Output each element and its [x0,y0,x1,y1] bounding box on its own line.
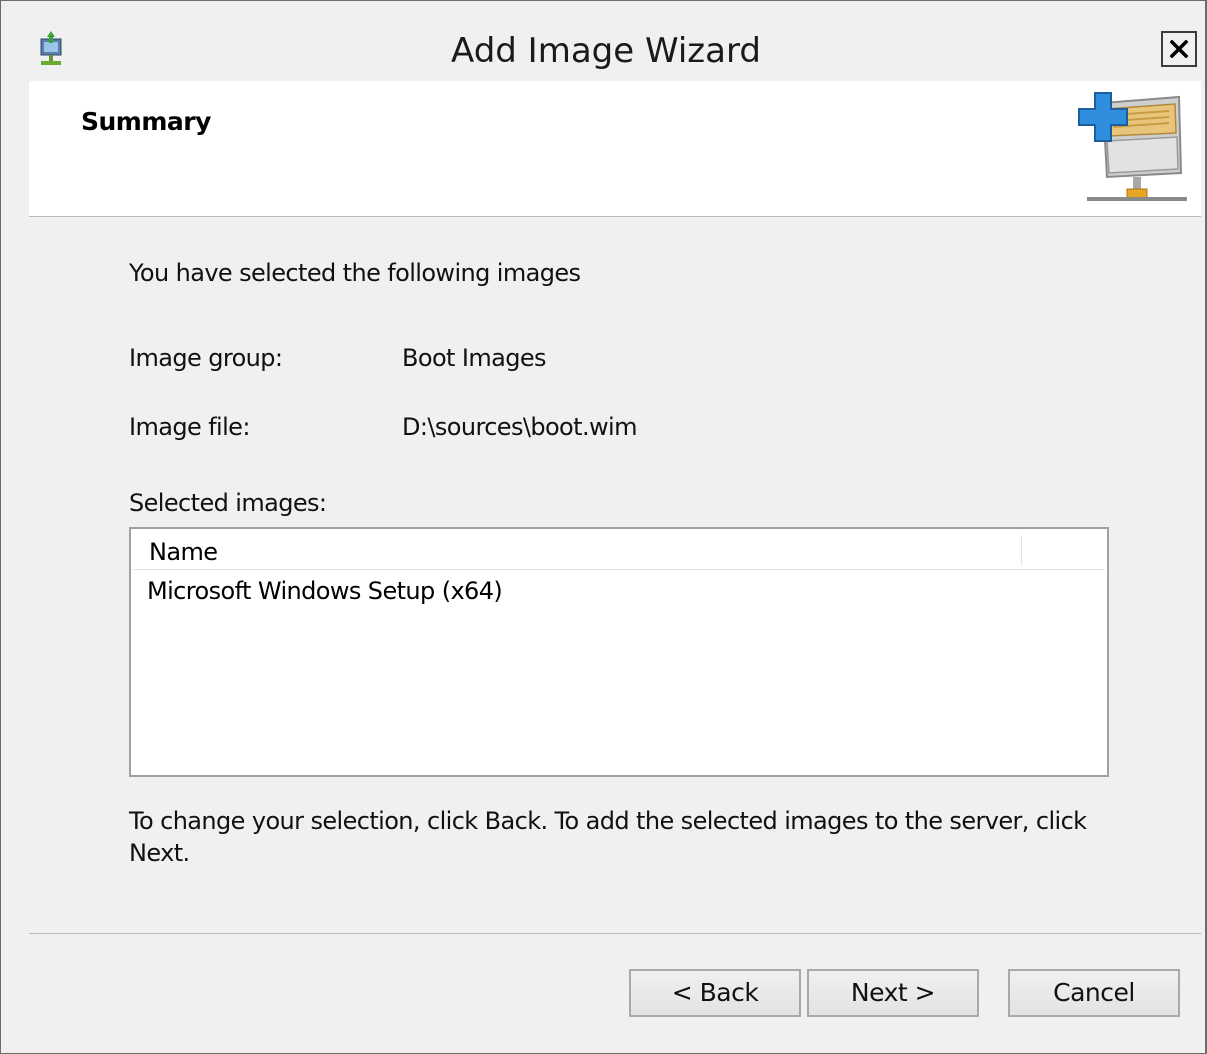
column-divider[interactable] [1021,535,1022,565]
add-image-server-icon [1077,89,1193,205]
image-group-value: Boot Images [402,344,547,372]
column-header-name[interactable]: Name [149,538,218,566]
list-header: Name [133,531,1105,570]
back-button[interactable]: < Back [629,969,801,1017]
title-bar: Add Image Wizard [9,1,1203,79]
close-button[interactable] [1161,31,1197,67]
footer-divider [29,933,1201,934]
image-group-label: Image group: [129,344,283,372]
close-icon [1170,40,1188,58]
intro-text: You have selected the following images [129,259,581,287]
instruction-text: To change your selection, click Back. To… [129,807,1087,867]
page-title: Summary [81,107,211,136]
next-button[interactable]: Next > [807,969,979,1017]
selected-images-label: Selected images: [129,489,327,517]
list-item[interactable]: Microsoft Windows Setup (x64) [147,577,503,605]
wizard-header: Summary [29,81,1201,217]
image-file-label: Image file: [129,413,250,441]
wizard-window: Add Image Wizard Summary You have select… [0,0,1207,1054]
image-file-value: D:\sources\boot.wim [402,413,637,441]
selected-images-list[interactable]: Name Microsoft Windows Setup (x64) [129,527,1109,777]
window-title: Add Image Wizard [451,31,761,71]
wizard-content: You have selected the following images I… [29,217,1201,1053]
cancel-button[interactable]: Cancel [1008,969,1180,1017]
